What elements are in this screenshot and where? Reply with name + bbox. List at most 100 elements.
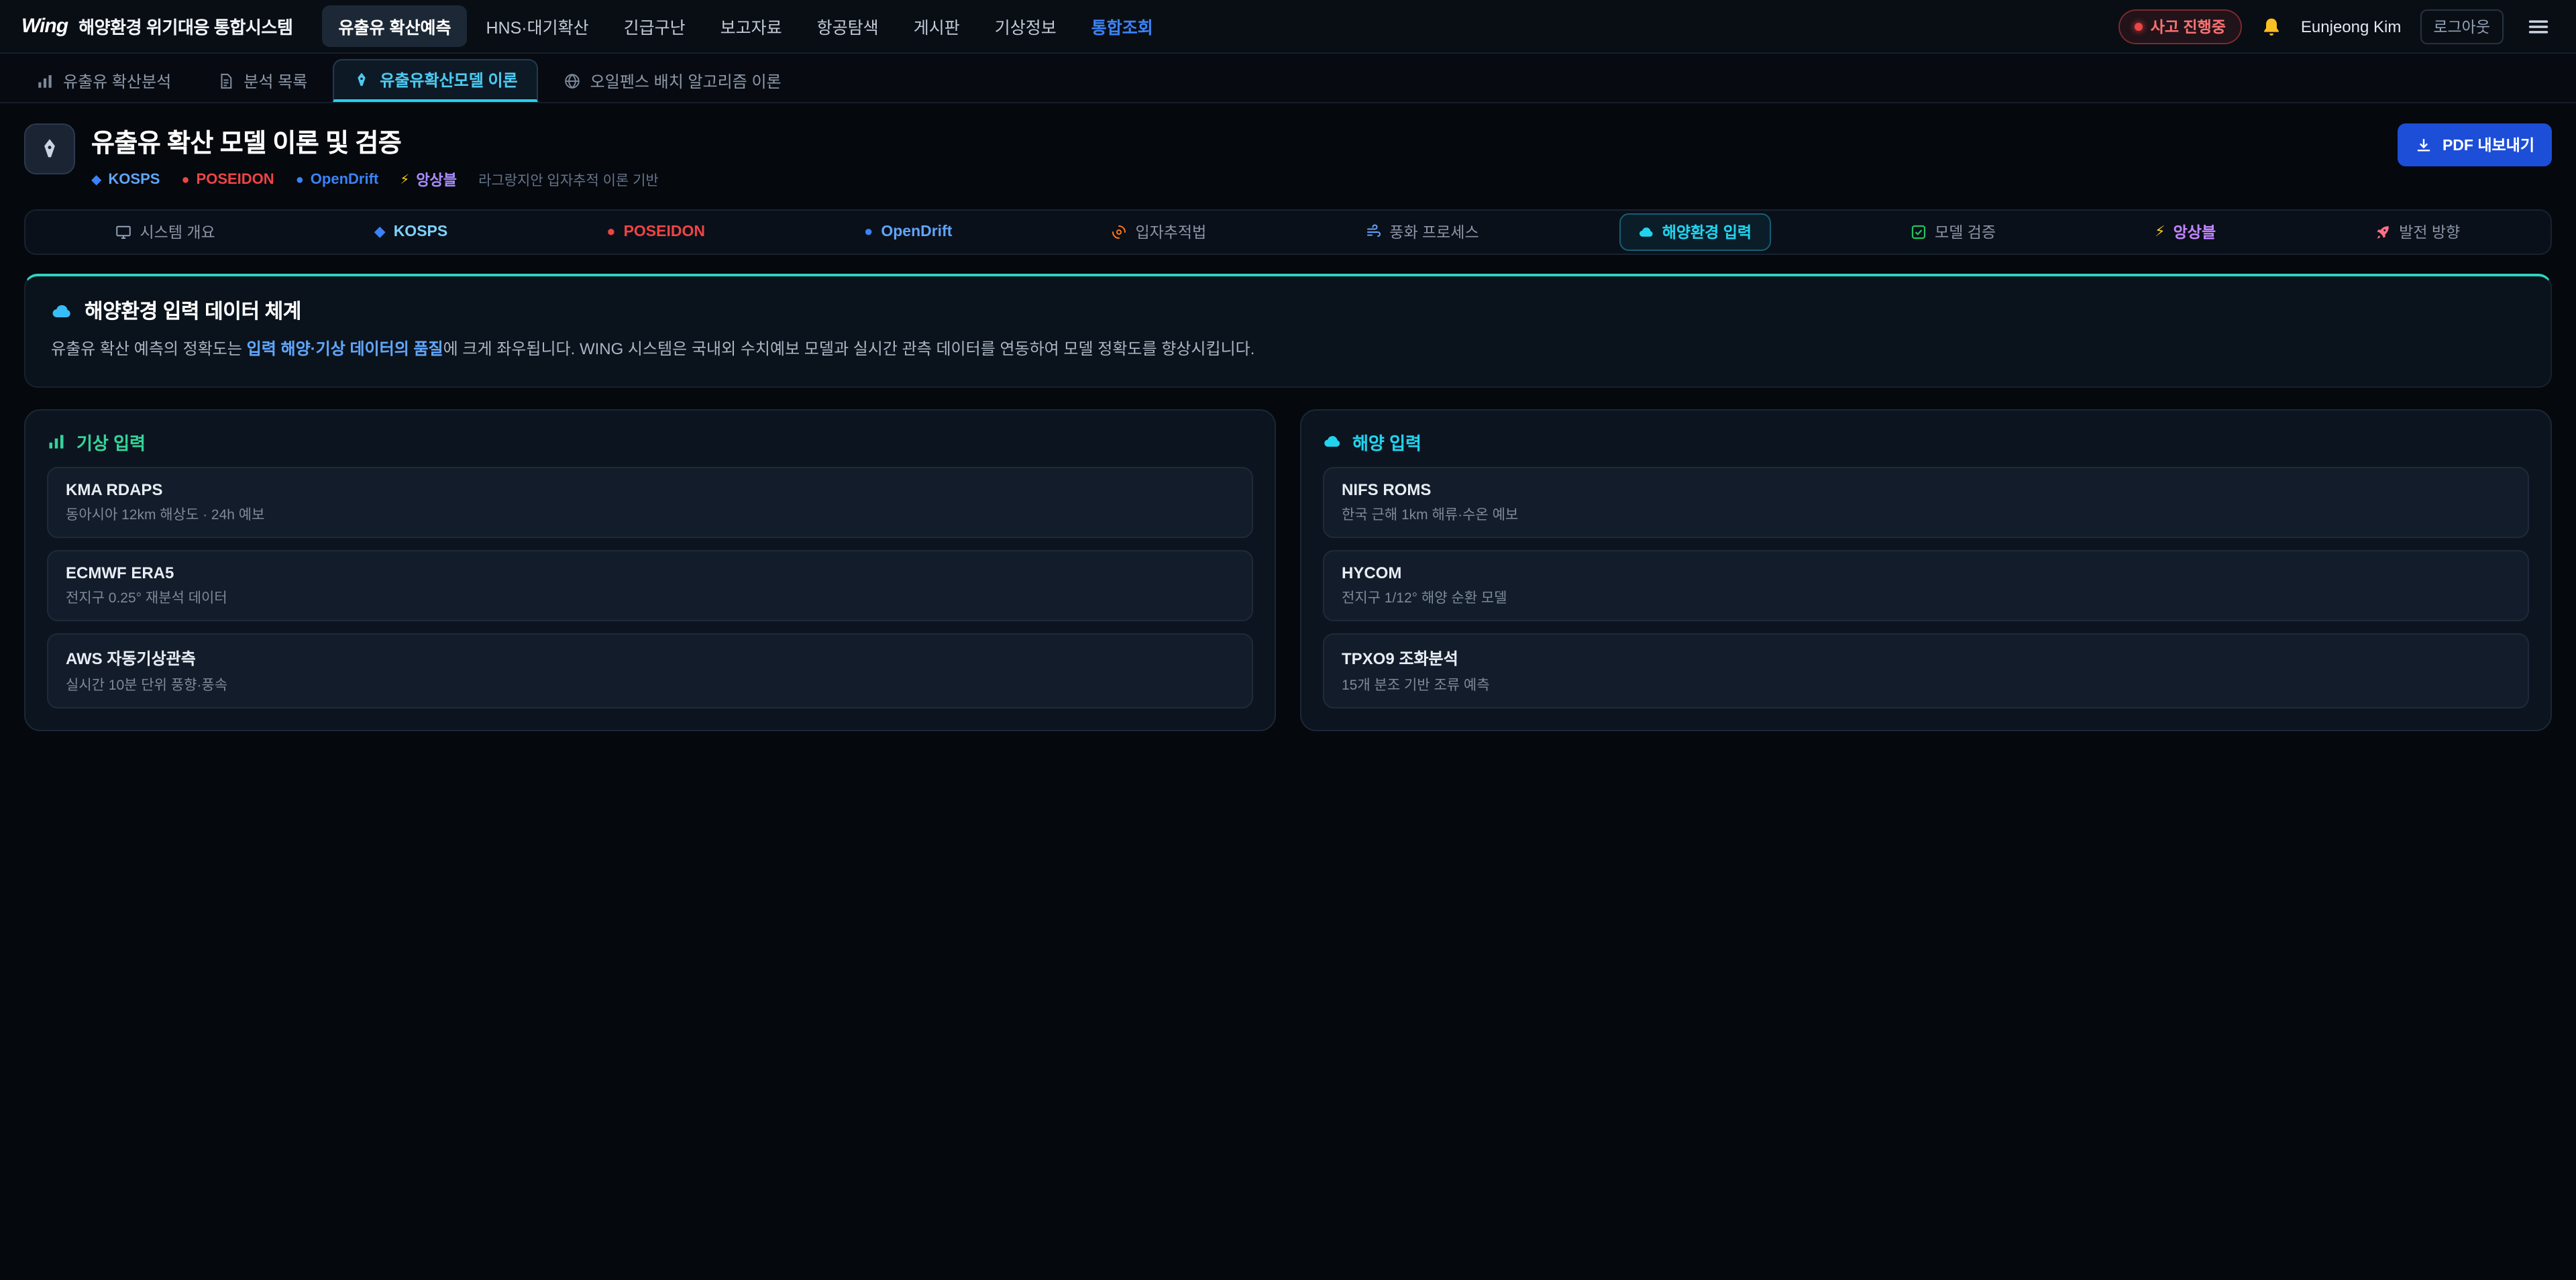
badge-kosps: ◆ KOSPS: [91, 172, 160, 188]
section-chip-poseidon[interactable]: ● POSEIDON: [588, 216, 724, 248]
data-source-desc: 실시간 10분 단위 풍향·풍속: [66, 674, 1234, 694]
section-chip-ensemble[interactable]: ⚡ 앙상블: [2136, 213, 2235, 251]
tab-spill-analysis[interactable]: 유출유 확산분석: [16, 59, 191, 102]
chip-label: 해양환경 입력: [1662, 221, 1752, 243]
marine-env-input-section: 해양환경 입력 데이터 체계 유출유 확산 예측의 정확도는 입력 해양·기상 …: [24, 274, 2552, 387]
data-source-name: ECMWF ERA5: [66, 563, 1234, 582]
list-item: HYCOM 전지구 1/12° 해양 순환 모델: [1323, 549, 2529, 621]
data-source-name: TPXO9 조화분석: [1342, 646, 2510, 669]
nav-item-hns-atmospheric[interactable]: HNS·대기확산: [470, 5, 604, 47]
nav-item-board[interactable]: 게시판: [898, 5, 976, 47]
data-source-name: AWS 자동기상관측: [66, 646, 1234, 669]
download-icon: [2416, 136, 2433, 154]
nav-item-integrated-search[interactable]: 통합조회: [1075, 5, 1169, 47]
logout-button[interactable]: 로그아웃: [2420, 9, 2504, 44]
chip-label: 발전 방향: [2399, 221, 2460, 243]
badge-label: KOSPS: [108, 172, 160, 188]
badge-ensemble: ⚡ 앙상블: [400, 169, 457, 191]
list-item: AWS 자동기상관측 실시간 10분 단위 풍향·풍속: [47, 633, 1253, 708]
wing-logo: Wing: [21, 15, 68, 38]
section-chip-kosps[interactable]: ◆ KOSPS: [356, 216, 466, 248]
ocean-input-card: 해양 입력 NIFS ROMS 한국 근해 1km 해류·수온 예보 HYCOM…: [1300, 409, 2552, 731]
incident-status-badge[interactable]: 사고 진행중: [2118, 9, 2242, 44]
document-icon: [217, 72, 234, 89]
chip-label: KOSPS: [394, 224, 448, 240]
diamond-icon: ◆: [374, 225, 386, 239]
cloud-icon: [1323, 432, 1342, 451]
dot-icon: ●: [606, 225, 615, 239]
topnav-right-cluster: 사고 진행중 Eunjeong Kim 로그아웃: [2118, 9, 2555, 44]
data-source-name: KMA RDAPS: [66, 480, 1234, 498]
data-cards-row: 기상 입력 KMA RDAPS 동아시아 12km 해상도 · 24h 예보 E…: [24, 409, 2552, 731]
data-source-desc: 전지구 0.25° 재분석 데이터: [66, 587, 1234, 607]
user-name[interactable]: Eunjeong Kim: [2301, 17, 2401, 36]
check-square-icon: [1911, 224, 1927, 240]
nav-item-emergency-rescue[interactable]: 긴급구난: [608, 5, 702, 47]
section-chip-weathering-process[interactable]: 풍화 프로세스: [1346, 213, 1497, 251]
data-source-name: HYCOM: [1342, 563, 2510, 582]
weather-card-title: 기상 입력: [47, 429, 1253, 454]
chip-label: 입자추적법: [1135, 221, 1206, 243]
data-source-desc: 15개 분조 기반 조류 예측: [1342, 674, 2510, 694]
data-source-name: NIFS ROMS: [1342, 480, 2510, 498]
tab-spill-model-theory[interactable]: 유출유확산모델 이론: [333, 59, 537, 102]
model-badge-row: ◆ KOSPS ● POSEIDON ● OpenDrift ⚡ 앙상블: [91, 169, 659, 191]
page-title: 유출유 확산 모델 이론 및 검증: [91, 123, 659, 160]
section-chip-particle-tracking[interactable]: 입자추적법: [1092, 213, 1225, 251]
tab-oil-fence-algorithm[interactable]: 오일펜스 배치 알고리즘 이론: [543, 59, 802, 102]
cloud-icon: [1638, 224, 1654, 240]
lightning-icon: ⚡: [400, 172, 409, 187]
section-heading: 해양환경 입력 데이터 체계: [51, 297, 2525, 325]
wind-icon: [1365, 224, 1381, 240]
monitor-icon: [116, 224, 132, 240]
app-title: 해양환경 위기대응 통합시스템: [78, 13, 292, 39]
section-chip-system-overview[interactable]: 시스템 개요: [97, 213, 234, 251]
tab-label: 분석 목록: [244, 69, 307, 92]
data-source-desc: 동아시아 12km 해상도 · 24h 예보: [66, 504, 1234, 524]
page-header-left: 유출유 확산 모델 이론 및 검증 ◆ KOSPS ● POSEIDON ● O…: [24, 123, 659, 191]
menu-icon[interactable]: [2522, 10, 2555, 42]
dot-icon: ●: [864, 225, 873, 239]
chip-label: 모델 검증: [1935, 221, 1996, 243]
pdf-export-button[interactable]: PDF 내보내기: [2398, 123, 2552, 166]
data-source-desc: 한국 근해 1km 해류·수온 예보: [1342, 504, 2510, 524]
intro-highlight: 입력 해양·기상 데이터의 품질: [247, 339, 443, 358]
dot-icon: ●: [181, 172, 189, 187]
card-title-label: 해양 입력: [1352, 429, 1421, 454]
page-header: 유출유 확산 모델 이론 및 검증 ◆ KOSPS ● POSEIDON ● O…: [0, 103, 2576, 204]
top-navigation-bar: Wing 해양환경 위기대응 통합시스템 유출유 확산예측 HNS·대기확산 긴…: [0, 0, 2576, 54]
nav-item-oil-spill-prediction[interactable]: 유출유 확산예측: [323, 5, 468, 47]
bar-chart-icon: [47, 432, 66, 451]
brand[interactable]: Wing 해양환경 위기대응 통합시스템: [21, 13, 293, 39]
globe-icon: [564, 72, 581, 89]
ocean-card-title: 해양 입력: [1323, 429, 2529, 454]
chip-label: 앙상블: [2174, 221, 2216, 243]
bell-icon[interactable]: [2261, 15, 2282, 37]
incident-label: 사고 진행중: [2151, 15, 2226, 37]
chip-label: POSEIDON: [624, 224, 705, 240]
cloud-icon: [51, 300, 72, 321]
nav-item-aerial-search[interactable]: 항공탐색: [801, 5, 895, 47]
section-intro: 유출유 확산 예측의 정확도는 입력 해양·기상 데이터의 품질에 크게 좌우됩…: [51, 337, 2525, 362]
intro-prefix: 유출유 확산 예측의 정확도는: [51, 339, 247, 358]
app-root: Wing 해양환경 위기대응 통합시스템 유출유 확산예측 HNS·대기확산 긴…: [0, 0, 2576, 1280]
page-subtitle: 라그랑지안 입자추적 이론 기반: [478, 170, 659, 190]
chip-label: 풍화 프로세스: [1389, 221, 1479, 243]
list-item: KMA RDAPS 동아시아 12km 해상도 · 24h 예보: [47, 466, 1253, 537]
badge-label: OpenDrift: [311, 172, 378, 188]
section-chip-opendrift[interactable]: ● OpenDrift: [845, 216, 971, 248]
section-chip-model-validation[interactable]: 모델 검증: [1892, 213, 2015, 251]
tab-analysis-list[interactable]: 분석 목록: [197, 59, 327, 102]
nav-item-weather-info[interactable]: 기상정보: [979, 5, 1073, 47]
list-item: ECMWF ERA5 전지구 0.25° 재분석 데이터: [47, 549, 1253, 621]
incident-dot-icon: [2135, 22, 2143, 30]
section-title: 해양환경 입력 데이터 체계: [85, 297, 301, 325]
rocket-icon: [2375, 224, 2391, 240]
nav-item-reports[interactable]: 보고자료: [704, 5, 798, 47]
dot-icon: ●: [296, 172, 304, 187]
section-chip-marine-env-input[interactable]: 해양환경 입력: [1619, 213, 1770, 251]
section-chip-future-direction[interactable]: 발전 방향: [2356, 213, 2479, 251]
pdf-export-label: PDF 내보내기: [2443, 134, 2534, 156]
tab-label: 오일펜스 배치 알고리즘 이론: [590, 69, 782, 92]
chip-label: 시스템 개요: [140, 221, 215, 243]
